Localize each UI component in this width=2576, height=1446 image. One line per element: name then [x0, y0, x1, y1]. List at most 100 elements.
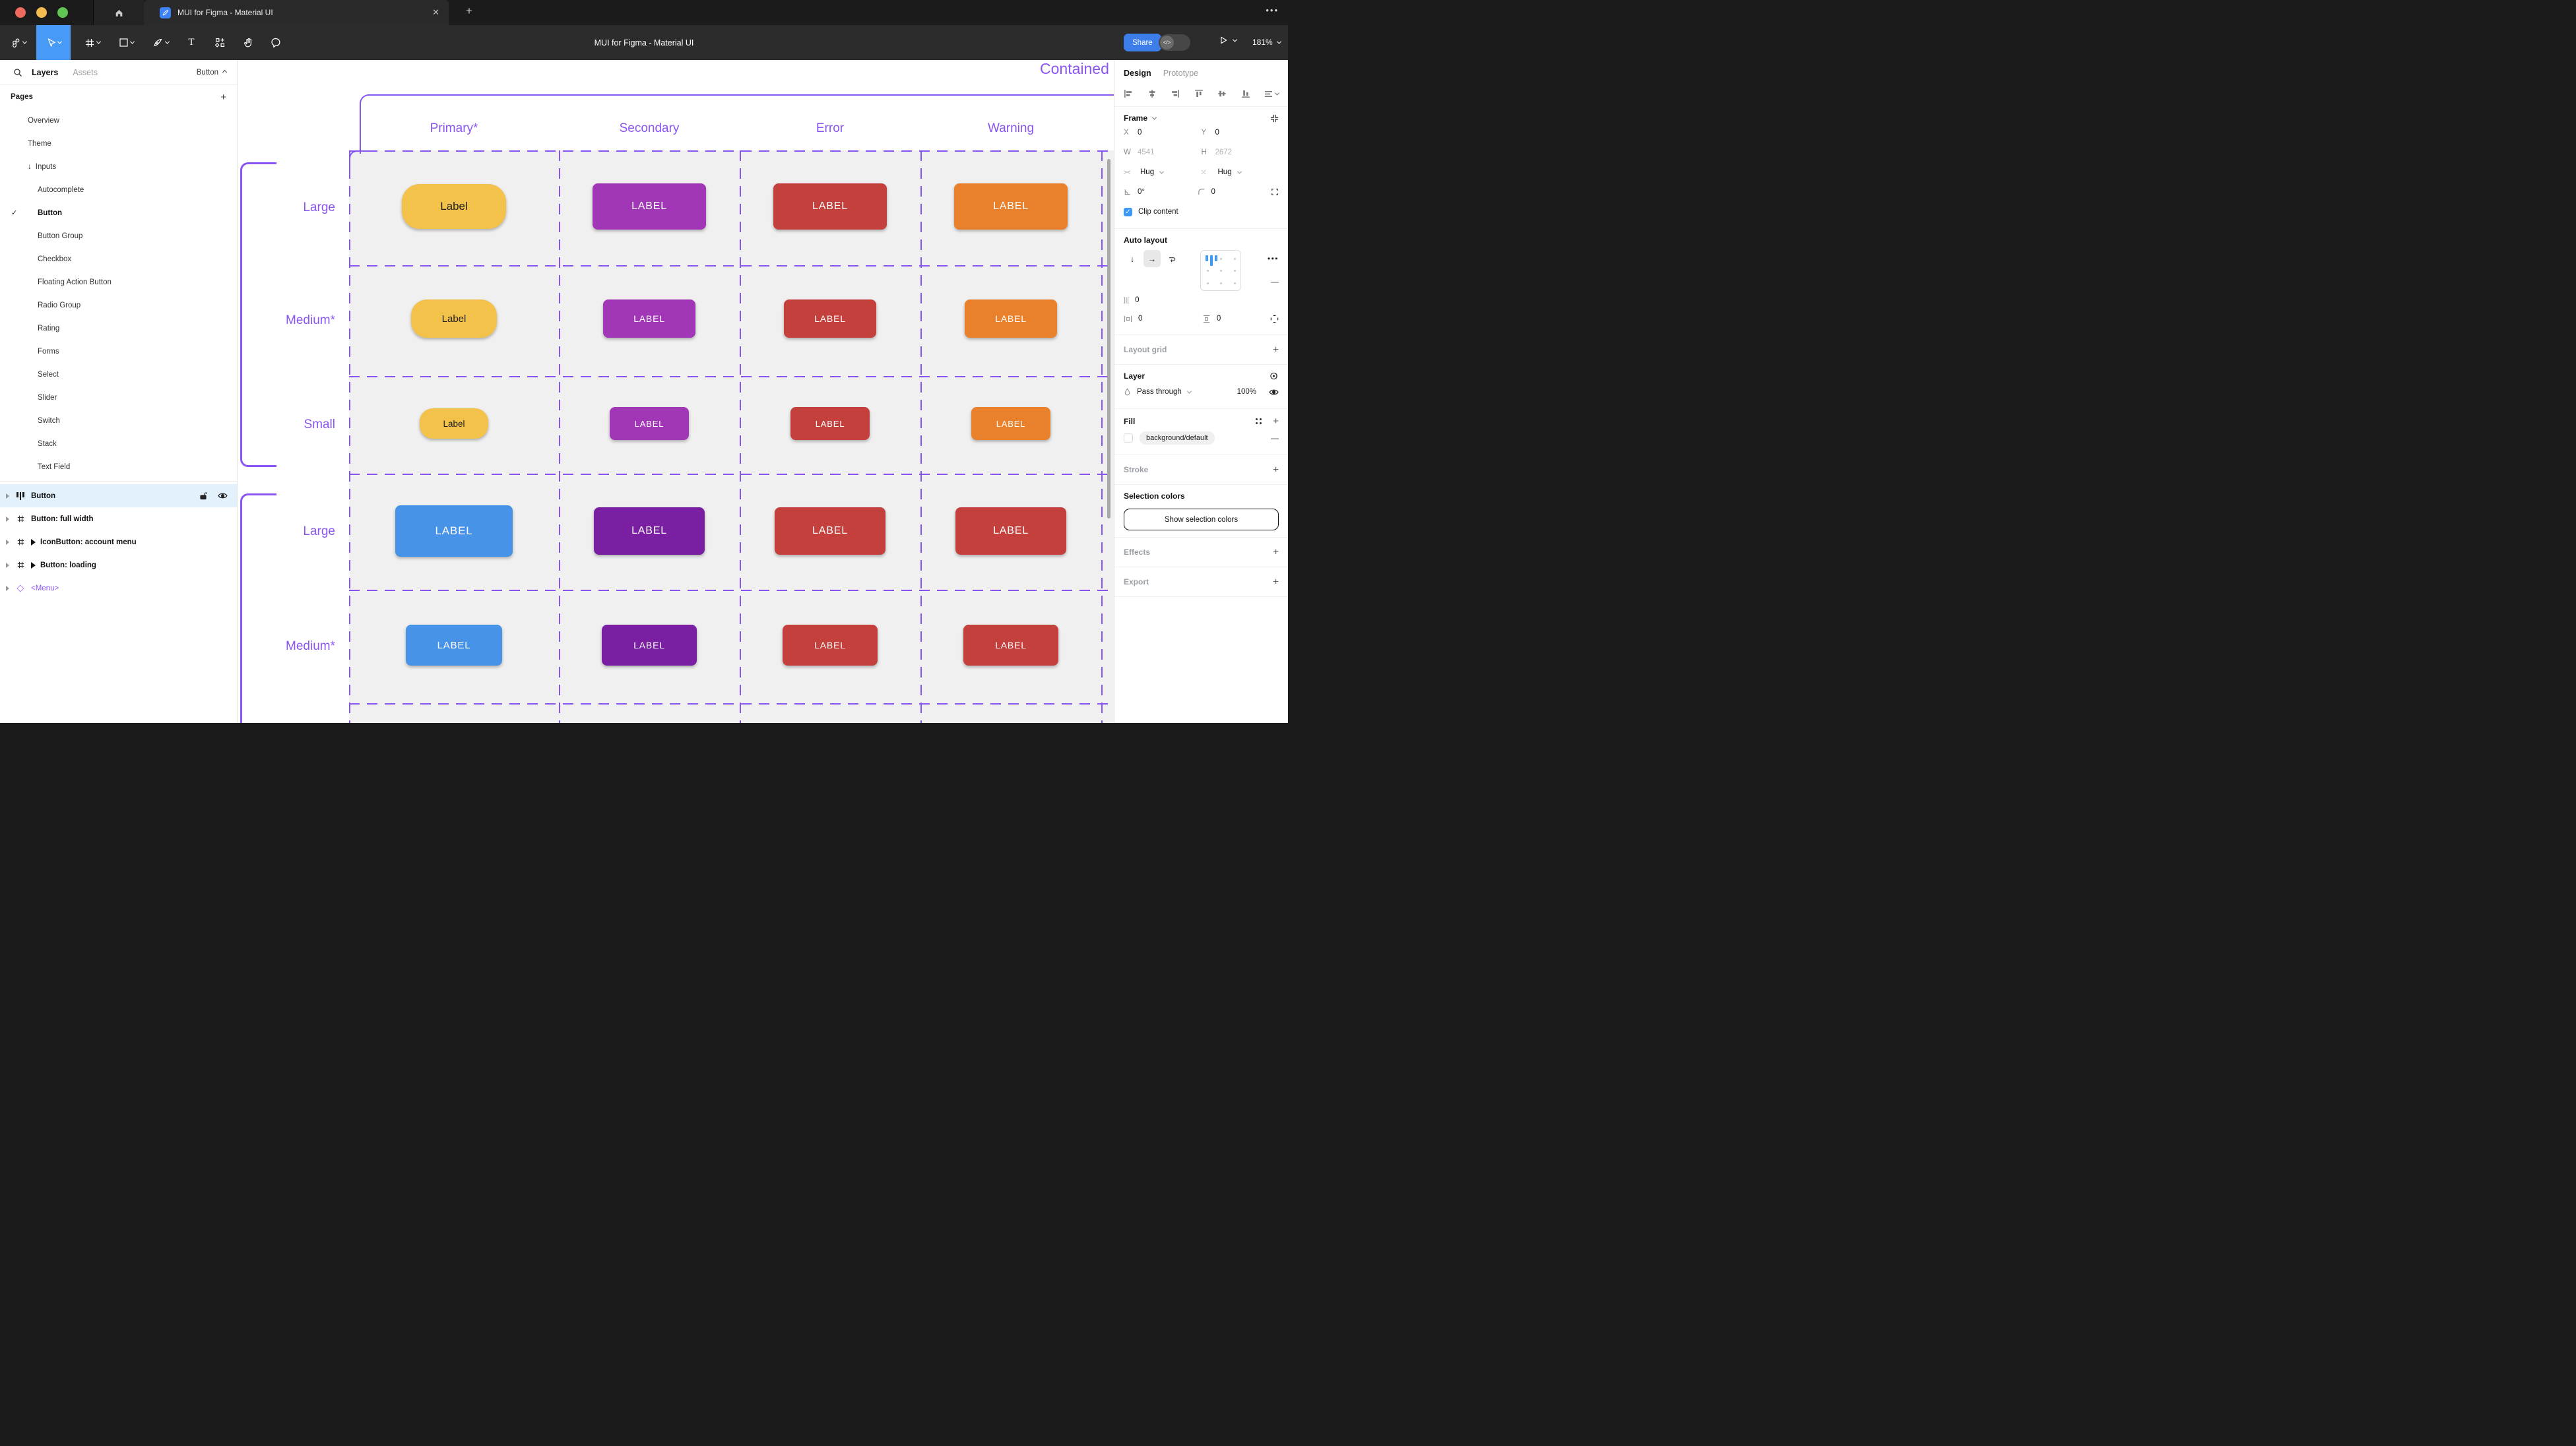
sidebar-page-text-field[interactable]: Text Field — [0, 455, 237, 478]
blend-mode-dropdown[interactable]: Pass through — [1137, 388, 1182, 396]
show-selection-colors-button[interactable]: Show selection colors — [1124, 509, 1279, 530]
horizontal-resizing-dropdown[interactable]: >< Hug — [1124, 168, 1202, 176]
independent-corners-icon[interactable] — [1271, 188, 1279, 196]
align-vertical-center-icon[interactable] — [1217, 89, 1227, 98]
frame-title[interactable]: Contained — [1040, 60, 1109, 78]
tidy-up-icon[interactable] — [1264, 90, 1279, 98]
vertical-resizing-dropdown[interactable]: ⤫ Hug — [1202, 168, 1279, 176]
figma-menu-button[interactable] — [5, 25, 32, 60]
align-right-icon[interactable] — [1171, 89, 1180, 98]
button-sample[interactable]: LABEL — [773, 183, 887, 230]
button-sample[interactable]: LABEL — [775, 507, 886, 555]
button-sample[interactable]: LABEL — [406, 625, 502, 666]
button-sample[interactable]: LABEL — [790, 407, 870, 440]
disclosure-triangle-icon[interactable] — [6, 517, 9, 522]
opacity-field[interactable]: 100% — [1237, 388, 1256, 396]
sidebar-page-button[interactable]: ✓Button — [0, 201, 237, 224]
sidebar-page-switch[interactable]: Switch — [0, 409, 237, 432]
sidebar-page-autocomplete[interactable]: Autocomplete — [0, 178, 237, 201]
dev-mode-toggle[interactable]: </> — [1159, 34, 1190, 51]
rotation-field[interactable]: 0° — [1124, 188, 1198, 196]
disclosure-triangle-icon[interactable] — [6, 586, 9, 591]
sidebar-page-theme[interactable]: Theme — [0, 132, 237, 155]
add-page-button[interactable]: + — [220, 92, 226, 103]
align-top-icon[interactable] — [1194, 89, 1204, 98]
remove-auto-layout-button[interactable]: — — [1271, 277, 1279, 286]
eye-icon[interactable] — [1269, 389, 1279, 396]
comment-tool-button[interactable] — [264, 25, 288, 60]
button-sample[interactable]: LABEL — [594, 507, 705, 555]
present-button[interactable] — [1219, 36, 1237, 45]
height-field[interactable]: 2672 — [1215, 148, 1233, 156]
zoom-level-dropdown[interactable]: 181% — [1252, 38, 1281, 47]
unlock-icon[interactable] — [199, 491, 207, 500]
sidebar-page-floating-action-button[interactable]: Floating Action Button — [0, 270, 237, 294]
button-sample[interactable]: LABEL — [603, 299, 695, 338]
page-selector[interactable]: Button — [197, 69, 226, 77]
window-zoom-button[interactable] — [57, 7, 68, 18]
independent-padding-icon[interactable] — [1270, 315, 1279, 323]
button-sample[interactable]: Label — [402, 184, 506, 229]
button-sample[interactable]: LABEL — [955, 507, 1066, 555]
actions-tool-button[interactable] — [208, 25, 232, 60]
add-export-button[interactable]: + — [1273, 577, 1279, 588]
search-icon[interactable] — [13, 68, 22, 77]
button-sample[interactable]: LABEL — [395, 505, 513, 557]
layer-row-iconbutton-account-menu[interactable]: IconButton: account menu — [0, 530, 237, 553]
layer-row-menu-instance[interactable]: <Menu> — [0, 577, 237, 600]
eye-icon[interactable] — [218, 492, 228, 499]
sidebar-page-radio-group[interactable]: Radio Group — [0, 294, 237, 317]
button-sample[interactable]: LABEL — [971, 407, 1050, 440]
file-tab[interactable]: MUI for Figma - Material UI ✕ — [144, 0, 449, 25]
checkbox-checked-icon[interactable]: ✓ — [1124, 208, 1132, 216]
sidebar-page-overview[interactable]: Overview — [0, 109, 237, 132]
tab-prototype[interactable]: Prototype — [1163, 69, 1199, 78]
layer-row-button-full-width[interactable]: Button: full width — [0, 507, 237, 530]
x-field[interactable]: 0 — [1138, 129, 1142, 137]
button-sample[interactable]: LABEL — [784, 299, 876, 338]
alignment-widget[interactable] — [1200, 250, 1241, 291]
remove-fill-button[interactable]: — — [1271, 433, 1279, 443]
corner-radius-field[interactable]: 0 — [1198, 188, 1272, 196]
sidebar-page-rating[interactable]: Rating — [0, 317, 237, 340]
pen-tool-button[interactable] — [146, 25, 176, 60]
width-field[interactable]: 4541 — [1138, 148, 1155, 156]
sidebar-page-slider[interactable]: Slider — [0, 386, 237, 409]
canvas-scrollbar[interactable] — [1107, 159, 1111, 519]
window-overflow-icon[interactable]: ••• — [1266, 5, 1279, 15]
vertical-padding-field[interactable]: 0 — [1202, 315, 1264, 323]
add-layout-grid-button[interactable]: + — [1273, 344, 1279, 356]
apply-styles-icon[interactable] — [1256, 418, 1263, 424]
add-stroke-button[interactable]: + — [1273, 464, 1279, 476]
disclosure-triangle-icon[interactable] — [6, 493, 9, 499]
auto-layout-more-icon[interactable]: ••• — [1268, 254, 1279, 263]
mask-icon[interactable] — [1270, 371, 1279, 381]
frame-tool-button[interactable] — [78, 25, 107, 60]
align-left-icon[interactable] — [1124, 89, 1133, 98]
button-sample[interactable]: LABEL — [610, 407, 689, 440]
button-sample[interactable]: LABEL — [965, 299, 1057, 338]
tab-layers[interactable]: Layers — [32, 68, 58, 77]
layout-horizontal-button[interactable]: → — [1143, 250, 1161, 267]
fill-style-chip[interactable]: background/default — [1140, 431, 1215, 445]
horizontal-padding-field[interactable]: 0 — [1124, 315, 1196, 323]
tab-assets[interactable]: Assets — [73, 68, 98, 77]
align-bottom-icon[interactable] — [1241, 89, 1250, 98]
add-effect-button[interactable]: + — [1273, 547, 1279, 558]
button-sample[interactable]: LABEL — [602, 625, 697, 666]
shape-tool-button[interactable] — [112, 25, 141, 60]
canvas[interactable]: Contained Primary* Secondary Error Warni… — [238, 60, 1114, 723]
button-sample[interactable]: Label — [420, 408, 488, 439]
add-fill-button[interactable]: + — [1273, 416, 1279, 427]
window-minimize-button[interactable] — [36, 7, 47, 18]
chevron-down-icon[interactable] — [1152, 115, 1157, 119]
layout-vertical-button[interactable]: ↓ — [1124, 250, 1141, 267]
home-button[interactable] — [94, 0, 144, 25]
sidebar-page-select[interactable]: Select — [0, 363, 237, 386]
disclosure-triangle-icon[interactable] — [6, 563, 9, 568]
layout-wrap-button[interactable] — [1163, 250, 1180, 267]
frame-section-title[interactable]: Frame — [1124, 113, 1147, 123]
shrink-icon[interactable] — [1270, 114, 1279, 123]
new-tab-button[interactable]: + — [466, 5, 472, 18]
align-horizontal-center-icon[interactable] — [1147, 89, 1157, 98]
